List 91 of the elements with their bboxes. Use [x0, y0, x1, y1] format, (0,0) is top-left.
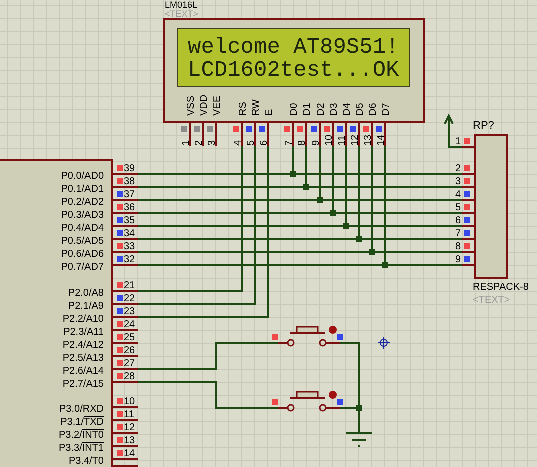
pin-number: 14 [124, 448, 136, 460]
pin-label: P0.0/AD0 [61, 171, 104, 182]
pin-label: D6 [368, 103, 379, 116]
pin-number: 24 [124, 320, 136, 330]
pin-label: P0.4/AD4 [61, 223, 104, 234]
pin-number: 11 [337, 136, 348, 146]
pin-label: P2.3/A11 [64, 327, 104, 338]
wire [444, 114, 463, 148]
pin-number: 5 [455, 202, 461, 214]
pin-number: 39 [124, 164, 136, 174]
pin-label: P2.2/A10 [62, 314, 104, 325]
pin-label: P0.2/AD2 [61, 197, 104, 208]
pin-number: 3 [455, 176, 461, 188]
pin-label: VDD [199, 94, 210, 116]
pin-label: P3.1/TXD [60, 417, 104, 428]
pin-number: 1 [455, 136, 461, 148]
pin-label: VEE [212, 96, 223, 116]
pin-number: 36 [124, 202, 136, 214]
pin-label: P3.3/INT1 [58, 443, 104, 454]
crosshair-icon [378, 336, 390, 350]
pin-number: 26 [124, 346, 136, 356]
pin-number: 11 [124, 410, 134, 420]
pin-number: 13 [124, 436, 136, 446]
pin-number: 8 [297, 140, 308, 146]
pin-number: 6 [455, 216, 461, 226]
pin-number: 3 [207, 140, 218, 146]
pin-label: P0.5/AD5 [61, 236, 104, 247]
pin-number: 10 [324, 134, 335, 146]
pin-number: 10 [124, 396, 136, 408]
pin-label: D5 [355, 103, 366, 116]
pin-label: P3.4/T0 [68, 456, 104, 467]
pin-label: RW [251, 100, 262, 116]
pin-label: P2.5/A13 [62, 353, 104, 364]
part-name: LM016L [165, 0, 198, 10]
pin-number: 32 [124, 254, 136, 266]
pin-number: 21 [124, 280, 136, 292]
pin-label: VSS [186, 96, 197, 116]
pin-label: D7 [381, 103, 392, 116]
pin-number: 1 [181, 140, 192, 146]
pin-label: P2.7/A15 [62, 379, 104, 390]
pin-number: 7 [455, 228, 461, 240]
reference-text: <TEXT> [473, 295, 510, 306]
lcd-text: welcome AT89S51! [188, 35, 400, 60]
lcd-text: LCD1602test...OK [188, 58, 400, 83]
pin-number: 35 [124, 216, 136, 226]
pin-number: 13 [363, 134, 374, 146]
push-button-drawing [278, 326, 340, 347]
pin-number: 28 [124, 372, 136, 382]
pin-label: D3 [329, 103, 340, 116]
pin-number: 9 [311, 140, 322, 146]
pin-number: 12 [124, 422, 136, 434]
pin-label: P0.7/AD7 [61, 262, 104, 273]
pin-number: 38 [124, 176, 136, 188]
pin-label: D1 [302, 103, 313, 116]
pin-label: P2.1/A9 [68, 301, 104, 312]
reference-text: <TEXT> [165, 9, 199, 19]
pin-label: E [264, 109, 275, 116]
pin-number: 33 [124, 242, 136, 252]
pin-number: 27 [124, 358, 136, 370]
pin-label: P0.1/AD1 [61, 184, 104, 195]
pin-number: 7 [284, 140, 295, 146]
pin-label: P2.6/A14 [62, 366, 104, 377]
pin-number: 12 [350, 134, 361, 146]
pin-number: 34 [124, 228, 136, 240]
pin-number: 25 [124, 332, 136, 344]
pin-number: 6 [259, 140, 270, 146]
pin-number: 22 [124, 294, 136, 304]
pin-number: 23 [124, 306, 136, 318]
pin-number: 4 [455, 190, 461, 200]
reference-text: RP? [473, 120, 494, 132]
pin-label: P2.4/A12 [62, 340, 104, 351]
push-button-drawing [278, 391, 340, 412]
part-name: RESPACK-8 [473, 282, 529, 293]
pin-number: 9 [455, 254, 461, 266]
pin-label: P3.2/INT0 [58, 430, 104, 441]
pin-number: 2 [455, 164, 461, 174]
pin-label: P0.3/AD3 [61, 210, 104, 221]
pin-label: P0.6/AD6 [61, 249, 104, 260]
pin-label: P2.0/A8 [68, 288, 104, 299]
pin-number: 5 [246, 140, 257, 146]
pin-number: 2 [194, 140, 205, 146]
ground-symbol [346, 432, 372, 447]
pin-label: D4 [342, 103, 353, 116]
pin-label: D2 [316, 103, 327, 116]
pin-label: D0 [289, 103, 300, 116]
pin-number: 8 [455, 242, 461, 252]
pin-number: 4 [233, 140, 244, 146]
pin-number: 37 [124, 190, 136, 200]
pin-number: 14 [376, 134, 387, 146]
pin-label: P3.0/RXD [60, 404, 104, 415]
pin-label: RS [238, 102, 249, 116]
